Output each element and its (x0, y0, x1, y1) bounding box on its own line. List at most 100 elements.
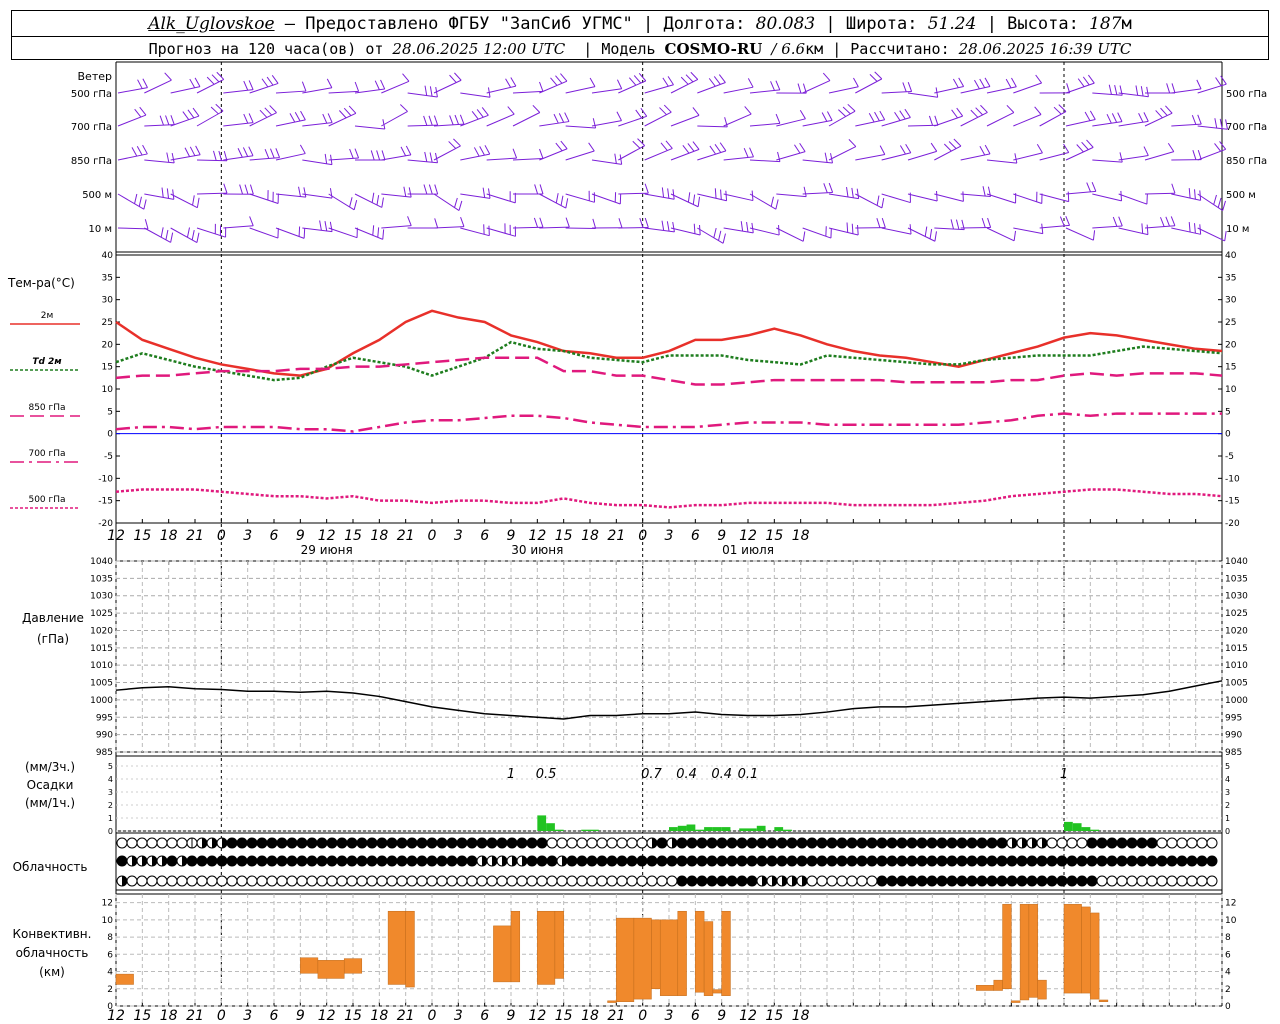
wind-barb (934, 145, 962, 161)
wind-level-label: 10 м (89, 224, 112, 235)
temp-tick-label-right: -20 (1225, 519, 1240, 529)
wind-barb (1118, 193, 1148, 205)
wind-barb-feather (400, 104, 408, 112)
conv-bar (1019, 904, 1030, 1001)
cloud-symbol (1106, 875, 1118, 887)
cloud-symbol (486, 875, 498, 887)
wind-barb (1197, 193, 1223, 211)
wind-barb-feather (640, 107, 648, 117)
cloud-symbol (406, 855, 418, 867)
conv-bar (651, 919, 661, 990)
conv-title-1: Конвективн. (13, 927, 92, 941)
x-tick-label: 21 (186, 1008, 204, 1024)
cloud-symbol (636, 837, 648, 849)
wind-barb-feather (510, 77, 517, 87)
wind-barb-feather (429, 86, 433, 97)
wind-barb-feather (936, 190, 938, 202)
wind-barb (381, 111, 408, 127)
conv-bar (695, 910, 705, 993)
wind-barb-feather (1084, 111, 1091, 121)
cloud-symbol (576, 875, 588, 887)
cloud-symbol (426, 837, 438, 849)
cloud-symbol-half (122, 876, 127, 886)
wind-barb-feather (682, 145, 690, 154)
wind-barb-feather (1112, 216, 1118, 227)
cloud-symbol (706, 875, 718, 887)
wind-barb-feather (482, 187, 486, 198)
cloud-symbol (566, 837, 578, 849)
wind-barb-feather (1135, 85, 1139, 96)
cloud-symbol (246, 855, 258, 867)
cloud-symbol (586, 875, 598, 887)
pressure-tick-label-right: 1015 (1225, 644, 1248, 654)
cloud-symbol (266, 875, 278, 887)
x-tick-label: 18 (792, 1008, 810, 1024)
wind-barb-feather (1192, 150, 1197, 160)
cloud-symbol (326, 855, 338, 867)
conv-bar (1011, 1000, 1021, 1003)
cloud-symbol (696, 837, 708, 849)
wind-barb-feather (303, 187, 307, 198)
wind-barb-feather (799, 109, 806, 120)
wind-barb-feather (592, 118, 597, 129)
wind-barb-feather (1160, 107, 1168, 116)
temp-tick-label: 5 (107, 407, 113, 417)
wind-level-label: 500 м (82, 190, 112, 201)
wind-barb-feather (828, 182, 834, 193)
cloud-symbol (166, 875, 178, 887)
cloud-symbol (606, 855, 618, 867)
wind-barb-feather (481, 107, 489, 116)
wind-barb (223, 155, 254, 161)
cloud-symbol (1056, 875, 1068, 887)
day-label: 30 июня (511, 543, 563, 557)
cloud-symbol (116, 837, 128, 849)
cloud-symbol (226, 837, 238, 849)
wind-barb (486, 85, 516, 94)
cloud-symbol (1086, 837, 1098, 849)
cloud-symbol (766, 837, 778, 849)
cloud-symbol (416, 837, 428, 849)
wind-barb-feather (1217, 197, 1222, 208)
conv-bar (633, 917, 652, 1000)
wind-barb (1118, 155, 1149, 161)
wind-barb (697, 125, 728, 128)
x-tick-label: 3 (243, 528, 252, 544)
pressure-tick-label-right: 1005 (1225, 679, 1248, 689)
wind-barb-feather (979, 78, 986, 88)
wind-barb-feather (1146, 86, 1149, 97)
wind-barb (381, 80, 410, 94)
wind-barb (1013, 193, 1042, 204)
wind-barb-feather (271, 75, 279, 84)
cloud-symbol (286, 855, 298, 867)
wind-barb-feather (471, 110, 479, 120)
wind-barb-feather (374, 80, 380, 90)
wind-barb-feather (838, 109, 847, 117)
wind-level-label: 500 гПа (71, 89, 112, 100)
pressure-tick-label-right: 1035 (1225, 574, 1248, 584)
cloud-symbol (1186, 875, 1198, 887)
wind-barb-feather (138, 196, 142, 207)
wind-barb-feather (186, 227, 190, 238)
wind-barb (644, 111, 672, 127)
wind-barb-feather (1167, 143, 1175, 152)
wind-barb (539, 121, 570, 127)
wind-level-label: 700 гПа (71, 122, 112, 133)
wind-barb-feather (189, 78, 196, 89)
pressure-tick-label: 985 (96, 748, 113, 758)
temp-tick-label-right: -15 (1225, 497, 1240, 507)
wind-barb (381, 154, 411, 161)
wind-barb-feather (408, 187, 412, 198)
wind-barb-feather (402, 73, 410, 82)
cloud-symbol (886, 837, 898, 849)
wind-barb-feather (987, 217, 992, 228)
wind-barb-feather (329, 221, 333, 232)
cloud-symbol (586, 837, 598, 849)
wind-barb-feather (142, 144, 148, 155)
wind-barb (328, 112, 357, 127)
cloud-symbol (476, 837, 488, 849)
wind-barb-feather (879, 145, 886, 155)
meteogram: 500 гПа 500 гПа 700 гПа 700 гПа 850 гПа 850 г… (7, 61, 1267, 1024)
wind-barb-feather (797, 83, 802, 94)
x-tick-label: 0 (638, 528, 647, 544)
legend-label-td: Td 2м (32, 357, 62, 367)
